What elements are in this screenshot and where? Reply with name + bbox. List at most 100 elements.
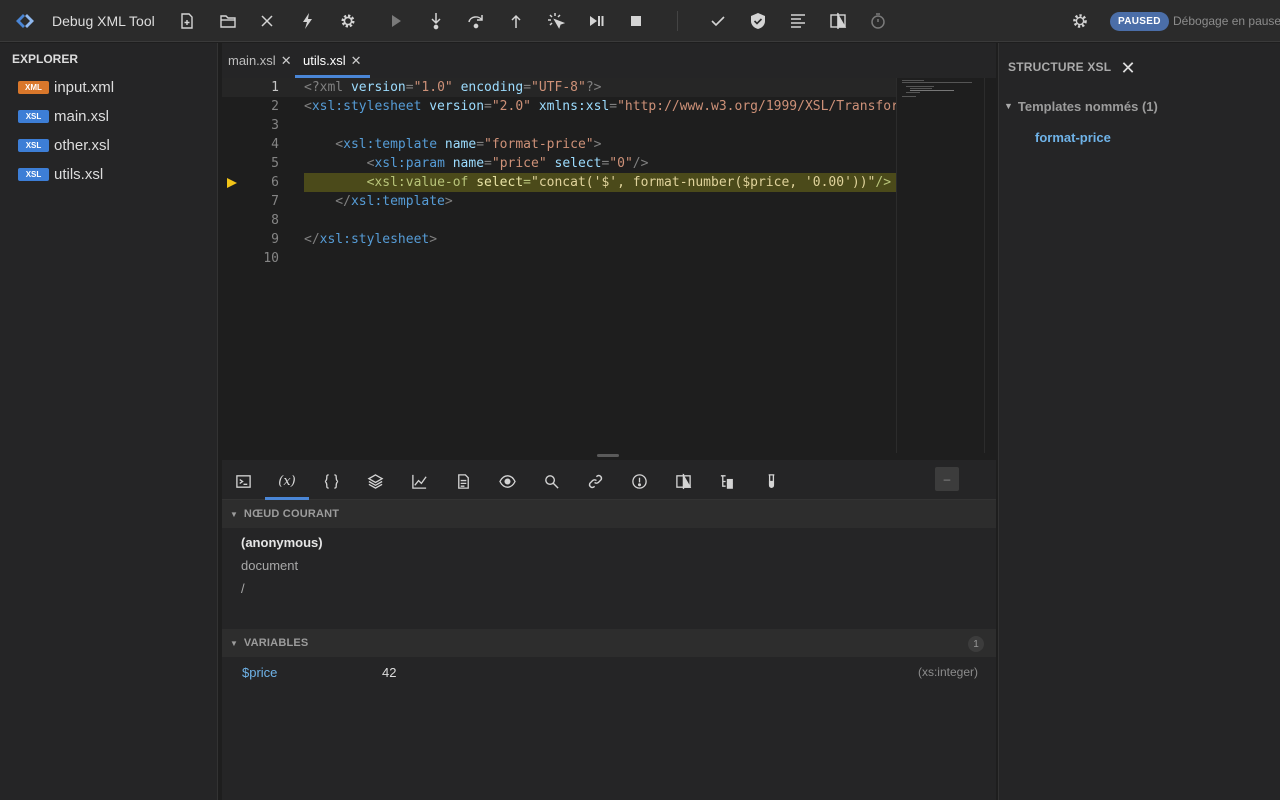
toolbar: Debug XML Tool PAUSED Débogage en pause (0, 0, 1280, 42)
editor-scrollbar[interactable] (984, 78, 996, 453)
timer-icon[interactable] (866, 9, 890, 33)
chevron-down-icon: ▼ (230, 638, 238, 648)
code-line[interactable]: </xsl:stylesheet> (304, 230, 437, 249)
continue-icon[interactable] (584, 9, 608, 33)
panel-resize-handle[interactable] (597, 454, 619, 457)
run-transform-icon[interactable] (296, 9, 320, 33)
code-token: /> (632, 156, 649, 171)
code-line[interactable]: <xsl:value-of select="concat('$', format… (304, 173, 891, 192)
line-number[interactable]: 9 (222, 230, 279, 249)
tab-close-icon[interactable]: ✕ (351, 53, 362, 69)
line-number[interactable]: 4 (222, 135, 279, 154)
line-number[interactable]: 5 (222, 154, 279, 173)
code-editor[interactable]: 1 <?xml version="1.0" encoding="UTF-8"?> 2… (222, 78, 896, 453)
line-number[interactable]: 1 (222, 78, 279, 97)
code-token: > (429, 232, 438, 247)
compare-icon[interactable] (671, 468, 695, 494)
tab-main-xsl[interactable]: main.xsl ✕ (228, 43, 292, 78)
step-into-icon[interactable] (424, 9, 448, 33)
line-number[interactable]: 2 (222, 97, 279, 116)
file-item-input-xml[interactable]: XML input.xml (18, 76, 114, 98)
current-node-path: / (241, 581, 245, 596)
tab-utils-xsl[interactable]: utils.xsl ✕ (295, 43, 370, 78)
step-over-icon[interactable] (464, 9, 488, 33)
current-node-section-header[interactable]: ▼ NŒUD COURANT (222, 500, 996, 528)
app-window: Debug XML Tool PAUSED Débogage en pause … (0, 0, 1280, 800)
code-token: </ (304, 194, 351, 209)
code-line[interactable]: <xsl:param name="price" select="0"/> (304, 154, 649, 173)
code-token: "price" (491, 156, 547, 171)
code-token: = (609, 99, 618, 114)
step-out-icon[interactable] (504, 9, 528, 33)
code-token: xmlns:xsl (538, 99, 610, 114)
new-file-icon[interactable] (175, 9, 199, 33)
open-folder-icon[interactable] (216, 9, 240, 33)
code-token: ?> (585, 80, 602, 95)
shield-icon[interactable] (746, 9, 770, 33)
line-number[interactable]: 6 (222, 173, 279, 192)
line-number[interactable]: 3 (222, 116, 279, 135)
minimize-panel-button[interactable]: – (935, 467, 959, 491)
line-number[interactable]: 10 (222, 249, 279, 268)
line-number[interactable]: 8 (222, 211, 279, 230)
explorer-title: EXPLORER (12, 52, 79, 66)
code-token: < (304, 175, 375, 190)
chart-icon[interactable] (407, 468, 431, 494)
compare-icon[interactable] (826, 9, 850, 33)
variables-icon[interactable]: (x) (275, 468, 299, 494)
code-token: encoding (460, 80, 524, 95)
settings-icon[interactable] (1068, 9, 1092, 33)
link-icon[interactable] (583, 468, 607, 494)
eye-icon[interactable] (495, 468, 519, 494)
code-line[interactable]: <xsl:template name="format-price"> (304, 135, 601, 154)
run-to-cursor-icon[interactable] (544, 9, 568, 33)
layers-icon[interactable] (363, 468, 387, 494)
chevron-down-icon: ▼ (230, 509, 238, 519)
format-icon[interactable] (786, 9, 810, 33)
stop-icon[interactable] (624, 9, 648, 33)
debug-panel-body: ▼ NŒUD COURANT (anonymous) document / ▼ … (222, 500, 996, 800)
validate-icon[interactable] (706, 9, 730, 33)
app-title: Debug XML Tool (52, 13, 155, 29)
file-item-utils-xsl[interactable]: XSL utils.xsl (18, 163, 103, 185)
close-icon[interactable] (255, 9, 279, 33)
warning-icon[interactable] (627, 468, 651, 494)
file-name: main.xsl (54, 107, 110, 125)
status-badge: PAUSED (1110, 12, 1169, 31)
tab-close-icon[interactable]: ✕ (281, 53, 292, 69)
code-token: = (523, 175, 531, 190)
file-name: input.xml (54, 78, 115, 96)
code-token: "2.0" (491, 99, 531, 114)
file-item-other-xsl[interactable]: XSL other.xsl (18, 134, 110, 156)
variable-type: (xs:integer) (917, 665, 978, 679)
variables-section-header[interactable]: ▼ VARIABLES 1 (222, 629, 996, 657)
code-token: = (484, 99, 492, 114)
console-icon[interactable] (231, 468, 255, 494)
tab-label: main.xsl (228, 53, 276, 68)
close-icon[interactable]: ✕ (1118, 58, 1138, 78)
test-tube-icon[interactable] (759, 468, 783, 494)
search-icon[interactable] (539, 468, 563, 494)
code-token: < (304, 156, 375, 171)
code-line[interactable]: <?xml version="1.0" encoding="UTF-8"?> (304, 78, 601, 97)
code-line[interactable]: </xsl:template> (304, 192, 452, 211)
file-type-badge: XSL (18, 167, 49, 181)
minimap[interactable] (896, 78, 984, 453)
line-number[interactable]: 7 (222, 192, 279, 211)
play-icon[interactable] (384, 9, 408, 33)
variables-tab-label: (x) (278, 473, 296, 489)
variable-name[interactable]: $price (242, 665, 277, 680)
file-item-main-xsl[interactable]: XSL main.xsl (18, 105, 109, 127)
named-templates-group[interactable]: ▼ Templates nommés (1) (1004, 96, 1274, 116)
tree-icon[interactable] (715, 468, 739, 494)
braces-icon[interactable] (319, 468, 343, 494)
editor-tabs: main.xsl ✕ utils.xsl ✕ (222, 43, 996, 78)
gear-icon[interactable] (336, 9, 360, 33)
code-token: version (429, 99, 485, 114)
code-line[interactable]: <xsl:stylesheet version="2.0" xmlns:xsl=… (304, 97, 896, 116)
template-item[interactable]: format-price (1035, 130, 1111, 145)
code-token: select (476, 175, 524, 190)
document-icon[interactable] (451, 468, 475, 494)
